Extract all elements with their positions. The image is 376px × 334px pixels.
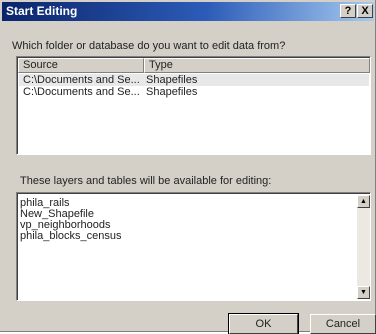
source-list[interactable]: Source Type C:\Documents and Se... Shape… bbox=[16, 56, 371, 155]
editable-layers-list[interactable]: phila_rails New_Shapefile vp_neighborhoo… bbox=[16, 192, 371, 301]
type-cell: Shapefiles bbox=[146, 86, 198, 98]
scroll-up-arrow-icon[interactable]: ▲ bbox=[357, 195, 370, 208]
help-button[interactable]: ? bbox=[340, 4, 356, 18]
start-editing-dialog: Start Editing ? X Which folder or databa… bbox=[0, 0, 376, 334]
layer-item: phila_blocks_census bbox=[20, 230, 122, 242]
editable-layers-label: These layers and tables will be availabl… bbox=[20, 175, 272, 187]
source-prompt-label: Which folder or database do you want to … bbox=[12, 40, 286, 52]
source-row[interactable]: C:\Documents and Se... Shapefiles bbox=[19, 86, 369, 98]
title-bar: Start Editing ? X bbox=[2, 2, 374, 21]
close-button[interactable]: X bbox=[357, 4, 373, 18]
type-column-header[interactable]: Type bbox=[144, 58, 370, 73]
source-column-header[interactable]: Source bbox=[18, 58, 144, 73]
scroll-down-arrow-icon[interactable]: ▼ bbox=[357, 286, 370, 299]
cancel-button[interactable]: Cancel bbox=[310, 314, 376, 334]
source-cell: C:\Documents and Se... bbox=[23, 86, 140, 98]
ok-button[interactable]: OK bbox=[228, 313, 299, 334]
type-cell: Shapefiles bbox=[146, 74, 198, 86]
dialog-title: Start Editing bbox=[6, 4, 78, 18]
layers-scrollbar[interactable]: ▲ ▼ bbox=[357, 195, 370, 299]
source-row[interactable]: C:\Documents and Se... Shapefiles bbox=[19, 74, 369, 86]
source-cell: C:\Documents and Se... bbox=[23, 74, 140, 86]
